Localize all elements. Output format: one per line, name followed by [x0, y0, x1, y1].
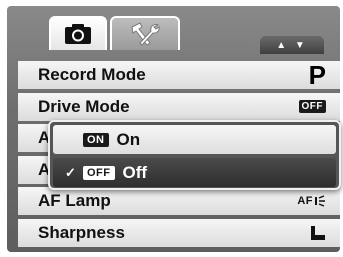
wrench-hammer-icon — [131, 22, 160, 46]
menu-row-label: Record Mode — [38, 65, 146, 84]
sharpness-icon — [310, 225, 326, 240]
tab-camera[interactable] — [49, 16, 107, 50]
menu-row-sharpness[interactable]: Sharpness — [18, 218, 340, 247]
menu-row-label: AF Lamp — [38, 191, 111, 210]
tab-setup[interactable] — [110, 16, 180, 50]
camera-menu-screen: ▲ ▼ Record Mode P Drive Mode OFF A A AF … — [0, 0, 343, 257]
menu-row-af-lamp[interactable]: AF Lamp AF — [18, 187, 340, 215]
menu-row-label: Drive Mode — [38, 96, 130, 116]
menu-row-label: Sharpness — [38, 222, 125, 242]
option-label: Off — [122, 162, 148, 182]
menu-row-drive-mode[interactable]: Drive Mode OFF — [18, 92, 340, 121]
af-lamp-icon: AF — [297, 195, 326, 207]
camera-icon — [65, 24, 91, 44]
program-mode-value: P — [308, 60, 326, 90]
off-badge: OFF — [298, 100, 326, 113]
option-popup: ON On ✓ OFF Off — [48, 120, 341, 190]
on-badge: ON — [83, 132, 109, 147]
menu-row-record-mode[interactable]: Record Mode P — [18, 61, 340, 89]
scroll-indicator: ▲ ▼ — [260, 36, 324, 54]
option-off[interactable]: ✓ OFF Off — [53, 158, 336, 187]
option-on[interactable]: ON On — [53, 125, 336, 154]
option-label: On — [116, 129, 141, 149]
off-badge: OFF — [83, 165, 115, 180]
check-icon: ✓ — [65, 164, 76, 180]
